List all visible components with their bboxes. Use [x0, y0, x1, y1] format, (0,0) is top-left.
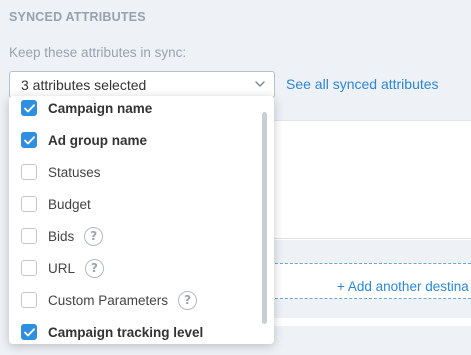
- see-all-synced-link[interactable]: See all synced attributes: [286, 76, 439, 92]
- option-label: Bids: [48, 228, 75, 244]
- help-icon[interactable]: ?: [178, 290, 198, 310]
- add-destination-link[interactable]: + Add another destina: [337, 279, 469, 294]
- option-label: URL: [48, 260, 76, 276]
- sync-label: Keep these attributes in sync:: [9, 45, 187, 60]
- option-label: Campaign name: [48, 100, 153, 116]
- option-label: Ad group name: [48, 132, 148, 148]
- checkbox-unchecked[interactable]: [21, 228, 37, 244]
- check-icon: [23, 327, 35, 336]
- attributes-select-value: 3 attributes selected: [21, 77, 147, 93]
- divider: [270, 238, 471, 239]
- option-label: Custom Parameters: [48, 292, 169, 308]
- checkbox-checked[interactable]: [21, 100, 37, 116]
- checkbox-unchecked[interactable]: [21, 164, 37, 180]
- check-icon: [23, 103, 35, 112]
- option-label: Campaign tracking level: [48, 324, 204, 340]
- checkbox-checked[interactable]: [21, 324, 37, 340]
- checkbox-unchecked[interactable]: [21, 292, 37, 308]
- chevron-down-icon[interactable]: [254, 78, 266, 90]
- option-label: Statuses: [48, 164, 101, 180]
- attributes-dropdown: Campaign name Ad group name Statuses Bud…: [9, 96, 274, 344]
- attributes-select[interactable]: 3 attributes selected: [9, 71, 275, 98]
- check-icon: [23, 135, 35, 144]
- option-statuses[interactable]: Statuses: [9, 156, 259, 188]
- option-bids[interactable]: Bids ?: [9, 220, 259, 252]
- background-card: [270, 120, 471, 240]
- option-campaign-tracking-level[interactable]: Campaign tracking level: [9, 316, 259, 344]
- option-url[interactable]: URL ?: [9, 252, 259, 284]
- dropdown-scrollbar[interactable]: [262, 112, 267, 324]
- help-icon[interactable]: ?: [85, 258, 105, 278]
- checkbox-unchecked[interactable]: [21, 196, 37, 212]
- checkbox-checked[interactable]: [21, 132, 37, 148]
- option-ad-group-name[interactable]: Ad group name: [9, 124, 259, 156]
- section-title: SYNCED ATTRIBUTES: [9, 10, 146, 24]
- option-custom-parameters[interactable]: Custom Parameters ?: [9, 284, 259, 316]
- option-budget[interactable]: Budget: [9, 188, 259, 220]
- option-campaign-name[interactable]: Campaign name: [9, 96, 259, 124]
- background-strip: [270, 318, 471, 326]
- checkbox-unchecked[interactable]: [21, 260, 37, 276]
- option-label: Budget: [48, 196, 91, 212]
- help-icon[interactable]: ?: [84, 226, 104, 246]
